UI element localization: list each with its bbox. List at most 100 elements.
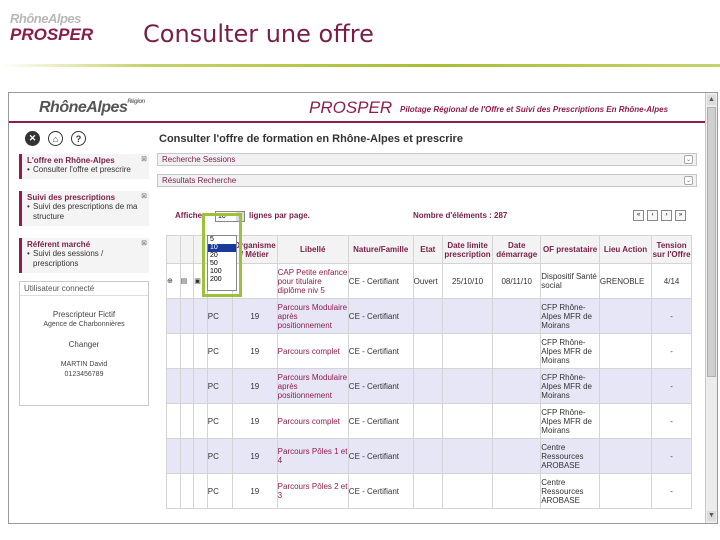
menu-item-consulter[interactable]: Consulter l'offre et prescrire (27, 165, 145, 175)
column-header (179, 235, 195, 264)
menu-suivi-heading[interactable]: Suivi des prescriptions (27, 193, 145, 202)
cell-tension: - (651, 368, 692, 404)
app-logo-small: Région (127, 99, 145, 105)
cell-etat (412, 368, 443, 404)
cell-libelle[interactable]: Parcours complet (276, 403, 349, 439)
cell-date-limite (441, 403, 494, 439)
column-header-tension[interactable]: Tension sur l'Offre (651, 235, 692, 264)
cell-date-limite (441, 438, 494, 474)
collapse-icon[interactable]: ⊠ (141, 155, 147, 163)
cell-num: 19 (231, 403, 278, 439)
column-header-etat[interactable]: Etat (412, 235, 443, 264)
cell-of: CFP Rhône-Alpes MFR de Moirans (540, 368, 600, 404)
collapse-icon[interactable]: ⊠ (141, 192, 147, 200)
column-header-lieu[interactable]: Lieu Action (598, 235, 653, 264)
menu-item-sessions[interactable]: Suivi des sessions / prescriptions (27, 249, 145, 269)
cell-etat: Ouvert (412, 263, 443, 299)
prev-page-icon[interactable]: ‹ (647, 210, 658, 221)
cell-etat (412, 438, 443, 474)
slide-logo-region: RhôneAlpes (10, 11, 81, 26)
cell-lieu (598, 333, 653, 369)
app-name: PROSPER (309, 98, 393, 117)
table-row[interactable]: PC 19 Parcours complet CE - Certifiant C… (166, 403, 692, 439)
table-row[interactable]: PC 19 Parcours complet CE - Certifiant C… (166, 333, 692, 369)
table-row[interactable]: PC 19 Parcours Modulaire après positionn… (166, 298, 692, 334)
slide-title: Consulter une offre (143, 20, 374, 48)
cell-libelle[interactable]: Parcours complet (276, 333, 349, 369)
collapse-icon[interactable]: ⊠ (141, 239, 147, 247)
cell-tension: - (651, 438, 692, 474)
scroll-thumb[interactable] (707, 107, 716, 377)
view-icon[interactable]: ⊕ (166, 263, 181, 299)
cell-of: Centre Ressources AROBASE (540, 473, 600, 509)
help-icon[interactable]: ? (71, 131, 86, 146)
table-row[interactable]: PC 19 Parcours Pôles 2 et 3 CE - Certifi… (166, 473, 692, 509)
menu-offre-heading[interactable]: L'offre en Rhône-Alpes (27, 156, 145, 165)
cell-lieu (598, 473, 653, 509)
menu-referent-heading[interactable]: Référent marché (27, 240, 145, 249)
table-row[interactable]: PC 19 Parcours Pôles 1 et 4 CE - Certifi… (166, 438, 692, 474)
cell-lieu (598, 298, 653, 334)
column-header-date-limite[interactable]: Date limite prescription (441, 235, 494, 264)
afficher-label: Afficher (175, 211, 206, 220)
app-logo-text: RhôneAlpes (39, 99, 128, 116)
column-header-libelle[interactable]: Libellé (276, 235, 349, 264)
cell-nature: CE - Certifiant (347, 298, 414, 334)
cell-code: PC (206, 403, 233, 439)
cell-libelle[interactable]: Parcours Modulaire après positionnement (276, 368, 349, 404)
print-icon[interactable]: ▤ (179, 263, 195, 299)
cell-libelle[interactable]: Parcours Modulaire après positionnement (276, 298, 349, 334)
app-banner: RhôneAlpesRégion PROSPER Pilotage Région… (9, 93, 706, 123)
cell-date-demarrage: 08/11/10 (492, 263, 542, 299)
table-row[interactable]: ⊕ ▤ ▣ CAP Petite enfance pour titulaire … (166, 263, 692, 299)
cell-etat (412, 298, 443, 334)
item-count: Nombre d'éléments : 287 (413, 211, 508, 220)
first-page-icon[interactable]: « (633, 210, 644, 221)
cell-num: 19 (231, 438, 278, 474)
vertical-scrollbar[interactable]: ▲ ▼ (705, 93, 717, 523)
column-header-nature[interactable]: Nature/Famille (347, 235, 414, 264)
user-role: Prescripteur Fictif (52, 310, 116, 319)
app-tagline: Pilotage Régional de l'Offre et Suivi de… (400, 105, 669, 114)
scroll-down-icon[interactable]: ▼ (707, 511, 716, 521)
per-page-label: lignes par page. (249, 211, 310, 220)
cell-code: PC (206, 473, 233, 509)
home-icon[interactable]: ⌂ (48, 131, 63, 146)
next-page-icon[interactable]: › (661, 210, 672, 221)
column-header-date-demarrage[interactable]: Date démarrage (492, 235, 542, 264)
cell-nature: CE - Certifiant (347, 263, 414, 299)
table-row[interactable]: PC 19 Parcours Modulaire après positionn… (166, 368, 692, 404)
search-sessions-bar[interactable]: Recherche Sessions ⌄ (157, 153, 697, 166)
page-title: Consulter l'offre de formation en Rhône-… (159, 133, 463, 145)
cell-nature: CE - Certifiant (347, 403, 414, 439)
user-panel-heading: Utilisateur connecté (20, 282, 148, 296)
cell-lieu (598, 368, 653, 404)
cell-nature: CE - Certifiant (347, 473, 414, 509)
column-header-of[interactable]: OF prestataire (540, 235, 600, 264)
sidebar-toolbar: ✕ ⌂ ? (25, 131, 149, 146)
scroll-up-icon[interactable]: ▲ (707, 95, 716, 105)
cell-libelle[interactable]: CAP Petite enfance pour titulaire diplôm… (276, 263, 349, 299)
close-icon[interactable]: ✕ (25, 131, 40, 146)
cell-libelle[interactable]: Parcours Pôles 1 et 4 (276, 438, 349, 474)
column-header (166, 235, 181, 264)
user-name: MARTIN David (60, 361, 108, 368)
cell-date-demarrage (492, 368, 542, 404)
expand-icon[interactable]: ⌄ (684, 176, 693, 185)
slide-logo-prosper: PROSPER (10, 25, 94, 44)
search-sessions-label: Recherche Sessions (162, 155, 236, 164)
app-logo[interactable]: RhôneAlpesRégion (39, 99, 145, 117)
expand-icon[interactable]: ⌄ (684, 155, 693, 164)
slide-divider (0, 64, 720, 67)
cell-date-demarrage (492, 333, 542, 369)
cell-libelle[interactable]: Parcours Pôles 2 et 3 (276, 473, 349, 509)
cell-date-limite: 25/10/10 (441, 263, 494, 299)
results-bar[interactable]: Résultats Recherche ⌄ (157, 174, 697, 187)
menu-item-suivi[interactable]: Suivi des prescriptions de ma structure (27, 202, 145, 222)
change-user-link[interactable]: Changer (20, 340, 148, 350)
last-page-icon[interactable]: » (675, 210, 686, 221)
cell-nature: CE - Certifiant (347, 438, 414, 474)
table-header-row: Organisme / Métier Libellé Nature/Famill… (166, 235, 692, 264)
cell-of: CFP Rhône-Alpes MFR de Moirans (540, 298, 600, 334)
cell-num: 19 (231, 298, 278, 334)
